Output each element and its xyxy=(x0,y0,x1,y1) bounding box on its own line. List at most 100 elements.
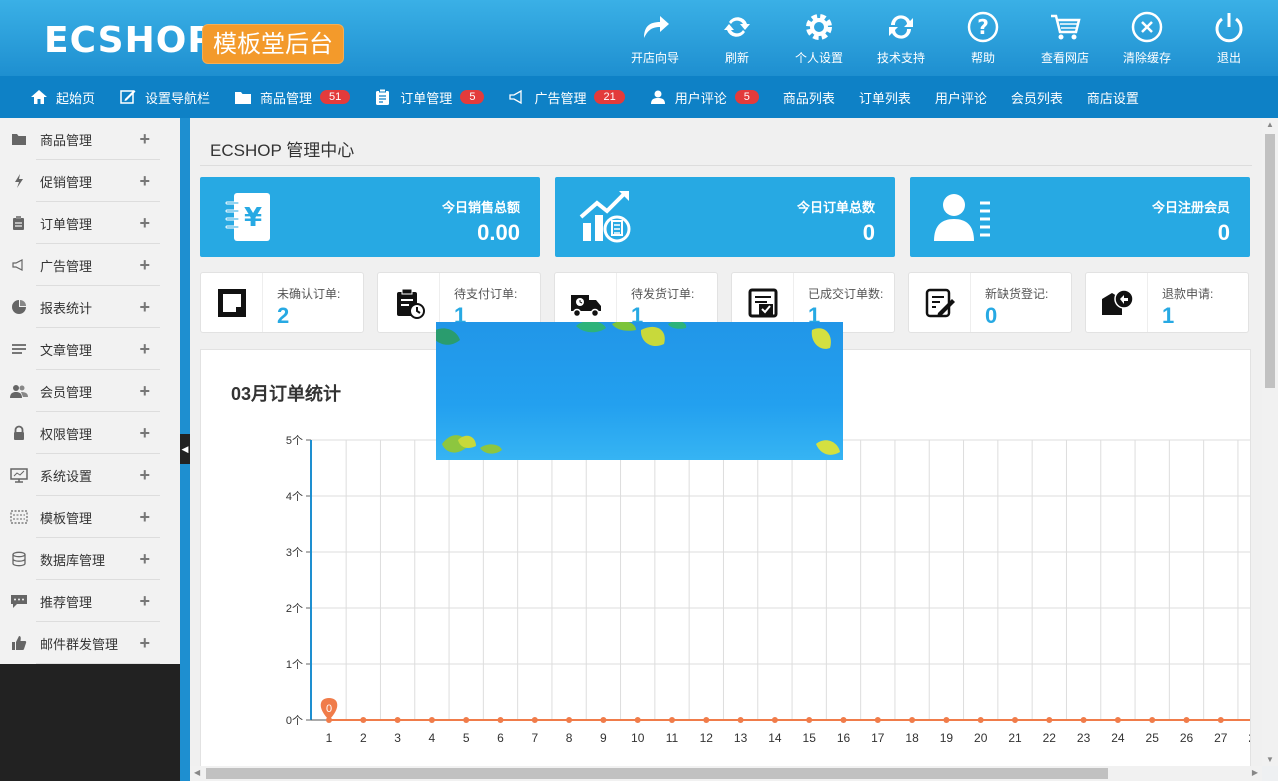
x-tick-label: 6 xyxy=(497,731,504,745)
horizontal-scroll-thumb[interactable] xyxy=(206,768,1108,779)
data-point xyxy=(806,717,813,723)
data-point xyxy=(600,717,607,723)
vertical-scroll-thumb[interactable] xyxy=(1265,134,1275,388)
logout-button[interactable]: 退出 xyxy=(1188,0,1270,76)
sidebar-item-reports[interactable]: 报表统计 + xyxy=(0,286,180,328)
mini-refund-requests[interactable]: 退款申请: 1 xyxy=(1085,272,1249,333)
data-point xyxy=(669,717,675,723)
thumbs-up-icon xyxy=(10,634,28,652)
nav-store-settings[interactable]: 商店设置 xyxy=(1087,88,1139,107)
x-tick-label: 21 xyxy=(1008,731,1022,745)
expand-icon: + xyxy=(139,632,150,653)
help-icon: ? xyxy=(967,11,999,43)
caret-left-icon: ◀ xyxy=(181,443,189,454)
x-tick-label: 26 xyxy=(1180,731,1194,745)
logo-badge: 模板堂后台 xyxy=(202,24,344,64)
scroll-right-icon[interactable]: ▶ xyxy=(1252,768,1258,777)
help-button[interactable]: ? 帮助 xyxy=(942,0,1024,76)
clear-icon xyxy=(1131,11,1163,43)
data-point xyxy=(497,717,504,723)
vertical-scrollbar[interactable]: ▲ ▼ xyxy=(1262,118,1278,766)
sidebar-item-goods[interactable]: 商品管理 + xyxy=(0,118,180,160)
nav-reviews-badge: 5 xyxy=(734,90,759,104)
data-point xyxy=(737,717,744,723)
sidebar-item-articles[interactable]: 文章管理 + xyxy=(0,328,180,370)
sidebar-item-ads[interactable]: 广告管理 + xyxy=(0,244,180,286)
nav-order-list[interactable]: 订单列表 xyxy=(859,88,911,107)
nav-settings[interactable]: 设置导航栏 xyxy=(119,88,210,107)
data-point xyxy=(1114,717,1121,723)
svg-text:?: ? xyxy=(977,15,989,39)
data-point xyxy=(634,717,641,723)
stat-today-sales[interactable]: ¥ 今日销售总额 0.00 xyxy=(200,177,540,257)
sidebar-item-system[interactable]: 系统设置 + xyxy=(0,454,180,496)
y-tick-label: 5个 xyxy=(286,434,303,447)
logo[interactable]: ECSHOP xyxy=(44,20,215,61)
data-point xyxy=(909,717,916,723)
comment-icon xyxy=(10,592,28,610)
redo-arrow-icon xyxy=(644,16,669,38)
top-actions: 开店向导 刷新 个人设置 技术支持 ? 帮助 查看网店 清除缓存 退出 xyxy=(614,0,1270,76)
nav-orders[interactable]: 订单管理 5 xyxy=(374,88,485,107)
x-tick-label: 22 xyxy=(1043,731,1057,745)
stat-today-members[interactable]: 今日注册会员 0 xyxy=(910,177,1250,257)
scroll-up-icon[interactable]: ▲ xyxy=(1266,120,1274,129)
view-store-button[interactable]: 查看网店 xyxy=(1024,0,1106,76)
users-icon xyxy=(649,88,667,106)
nav-reviews[interactable]: 用户评论 5 xyxy=(649,88,759,107)
checked-doc-icon xyxy=(748,288,777,317)
folder-icon xyxy=(234,88,252,106)
overlay-banner[interactable] xyxy=(436,322,843,460)
nav-member-list[interactable]: 会员列表 xyxy=(1011,88,1063,107)
sync-icon xyxy=(889,15,913,39)
stat-value: 0 xyxy=(862,220,875,245)
data-point xyxy=(428,717,435,723)
refresh-button[interactable]: 刷新 xyxy=(696,0,778,76)
sidebar-collapse-toggle[interactable]: ◀ xyxy=(180,434,190,464)
nav-goods-list[interactable]: 商品列表 xyxy=(783,88,835,107)
gear-icon xyxy=(806,14,832,40)
personal-settings-button[interactable]: 个人设置 xyxy=(778,0,860,76)
scroll-down-icon[interactable]: ▼ xyxy=(1266,755,1274,764)
nav-home[interactable]: 起始页 xyxy=(30,88,95,107)
x-tick-label: 27 xyxy=(1214,731,1228,745)
sidebar-item-promotion[interactable]: 促销管理 + xyxy=(0,160,180,202)
expand-icon: + xyxy=(139,548,150,569)
template-icon xyxy=(10,508,28,526)
data-point xyxy=(1149,717,1156,723)
mini-unconfirmed-orders[interactable]: 未确认订单: 2 xyxy=(200,272,364,333)
nav-goods[interactable]: 商品管理 51 xyxy=(234,88,351,107)
data-point xyxy=(1183,717,1190,723)
sidebar-item-recommend[interactable]: 推荐管理 + xyxy=(0,580,180,622)
x-tick-label: 18 xyxy=(905,731,919,745)
leaf-decoration xyxy=(436,322,840,455)
scroll-left-icon[interactable]: ◀ xyxy=(194,768,200,777)
x-tick-label: 10 xyxy=(631,731,645,745)
expand-icon: + xyxy=(139,128,150,149)
stat-value: 0.00 xyxy=(477,220,520,245)
megaphone-icon xyxy=(10,256,28,274)
sidebar-item-templates[interactable]: 模板管理 + xyxy=(0,496,180,538)
nav-ads[interactable]: 广告管理 21 xyxy=(508,88,625,107)
sidebar-item-database[interactable]: 数据库管理 + xyxy=(0,538,180,580)
horizontal-scrollbar[interactable]: ◀ ▶ xyxy=(190,766,1262,781)
clear-cache-button[interactable]: 清除缓存 xyxy=(1106,0,1188,76)
clipboard-icon xyxy=(374,88,392,106)
open-store-wizard-button[interactable]: 开店向导 xyxy=(614,0,696,76)
sidebar-item-members[interactable]: 会员管理 + xyxy=(0,370,180,412)
mini-out-of-stock[interactable]: 新缺货登记: 0 xyxy=(908,272,1072,333)
nav-user-reviews[interactable]: 用户评论 xyxy=(935,88,987,107)
users-icon xyxy=(10,382,28,400)
sidebar-item-orders[interactable]: 订单管理 + xyxy=(0,202,180,244)
sidebar-item-mass-mail[interactable]: 邮件群发管理 + xyxy=(0,622,180,664)
stat-value: 0 xyxy=(1217,220,1230,245)
data-point xyxy=(394,717,401,723)
tech-support-button[interactable]: 技术支持 xyxy=(860,0,942,76)
stat-today-orders[interactable]: 今日订单总数 0 xyxy=(555,177,895,257)
top-header: ECSHOP 模板堂后台 开店向导 刷新 个人设置 技术支持 ? 帮助 查看网店 xyxy=(0,0,1278,76)
x-tick-label: 13 xyxy=(734,731,748,745)
data-point xyxy=(840,717,847,723)
lines-icon xyxy=(10,340,28,358)
x-tick-label: 8 xyxy=(566,731,573,745)
sidebar-item-permissions[interactable]: 权限管理 + xyxy=(0,412,180,454)
